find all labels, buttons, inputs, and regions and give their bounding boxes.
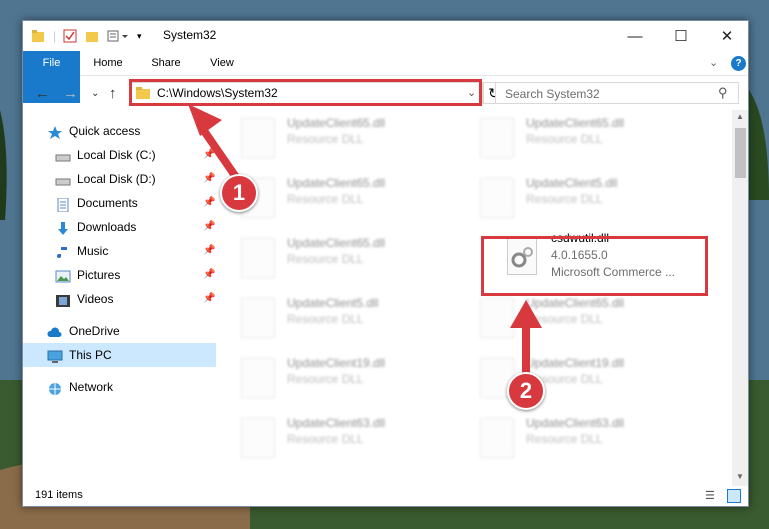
pin-icon[interactable]: 📌	[203, 191, 215, 215]
dll-file-icon	[480, 298, 514, 338]
list-item[interactable]: UpdateClient65.dll Resource DLL	[226, 170, 456, 222]
drive-icon	[55, 148, 71, 162]
file-explorer-window: | ▾ System32 — ☐ ✕ File Home Share View …	[22, 20, 749, 507]
pin-icon[interactable]: 📌	[203, 287, 215, 311]
search-icon[interactable]: ⚲	[718, 85, 728, 101]
folder-icon	[31, 28, 45, 44]
dll-file-icon	[480, 178, 514, 218]
pictures-icon	[55, 268, 71, 283]
title-bar: | ▾ System32 — ☐ ✕	[23, 21, 748, 51]
details-view-icon[interactable]: ☰	[705, 489, 715, 502]
pin-icon[interactable]: 📌	[203, 239, 215, 263]
cloud-icon	[47, 324, 63, 338]
network-icon	[47, 380, 63, 395]
recent-locations-icon[interactable]: ⌄	[91, 88, 99, 99]
callout-2: 2	[507, 372, 545, 410]
customize-toolbar-icon[interactable]	[107, 28, 131, 44]
dll-file-icon	[241, 418, 275, 458]
computer-icon	[47, 348, 63, 363]
close-button[interactable]: ✕	[704, 21, 748, 51]
tab-home[interactable]: Home	[85, 51, 131, 76]
search-box[interactable]: Search System32 ⚲	[495, 82, 739, 104]
maximize-button[interactable]: ☐	[658, 21, 704, 51]
pin-icon[interactable]: 📌	[203, 215, 215, 239]
star-icon	[47, 124, 63, 139]
navigation-pane: Quick access Local Disk (C:) 📌 Local Dis…	[23, 111, 218, 486]
back-arrow-icon[interactable]: ←	[35, 85, 50, 102]
forward-arrow-icon[interactable]: →	[63, 85, 78, 102]
list-item[interactable]: UpdateClient63.dll Resource DLL	[465, 410, 695, 462]
minimize-button[interactable]: —	[612, 21, 658, 51]
address-highlight-box	[129, 79, 482, 106]
tab-view[interactable]: View	[199, 51, 245, 76]
sidebar-item-this-pc[interactable]: This PC	[23, 343, 216, 367]
vertical-scrollbar[interactable]: ▲ ▼	[732, 110, 748, 486]
help-icon[interactable]: ?	[731, 56, 746, 71]
list-item[interactable]: UpdateClient65.dll Resource DLL	[226, 110, 456, 162]
quick-access-dropdown-icon[interactable]: ▾	[137, 28, 142, 44]
list-item[interactable]: UpdateClient63.dll Resource DLL	[226, 410, 456, 462]
properties-icon[interactable]	[63, 28, 77, 44]
list-item[interactable]: UpdateClient5.dll Resource DLL	[226, 290, 456, 342]
drive-icon	[55, 172, 71, 186]
scrollbar-thumb[interactable]	[735, 128, 746, 178]
file-highlight-box	[481, 236, 708, 296]
ribbon: File Home Share View ⌄ ?	[23, 51, 748, 103]
callout-1: 1	[220, 174, 258, 212]
music-icon	[55, 244, 71, 258]
list-item[interactable]: UpdateClient65.dll Resource DLL	[465, 110, 695, 162]
divider: |	[53, 29, 57, 43]
dll-file-icon	[480, 118, 514, 158]
dll-file-icon	[241, 298, 275, 338]
search-placeholder: Search System32	[505, 87, 600, 101]
tiles-view-icon[interactable]	[727, 489, 741, 503]
pin-icon[interactable]: 📌	[203, 143, 215, 167]
expand-ribbon-icon[interactable]: ⌄	[709, 56, 718, 69]
pin-icon[interactable]: 📌	[203, 167, 215, 191]
list-item[interactable]: UpdateClient65.dll Resource DLL	[465, 290, 695, 342]
scroll-up-icon[interactable]: ▲	[736, 112, 744, 121]
dll-file-icon	[241, 238, 275, 278]
list-item[interactable]: UpdateClient5.dll Resource DLL	[465, 170, 695, 222]
list-item[interactable]: UpdateClient19.dll Resource DLL	[465, 350, 695, 402]
item-count: 191 items	[35, 489, 83, 501]
scroll-down-icon[interactable]: ▼	[736, 472, 744, 481]
list-item[interactable]: UpdateClient19.dll Resource DLL	[226, 350, 456, 402]
up-arrow-icon[interactable]: ↑	[109, 85, 117, 102]
status-bar: 191 items ☰	[23, 486, 748, 506]
dll-file-icon	[241, 358, 275, 398]
pin-icon[interactable]: 📌	[203, 263, 215, 287]
videos-icon	[55, 292, 71, 307]
file-list: UpdateClient65.dll Resource DLL UpdateCl…	[226, 110, 732, 486]
documents-icon	[55, 196, 71, 213]
list-item[interactable]: UpdateClient65.dll Resource DLL	[226, 230, 456, 282]
download-icon	[55, 220, 71, 235]
dll-file-icon	[480, 418, 514, 458]
tab-share[interactable]: Share	[141, 51, 191, 76]
window-title: System32	[163, 28, 217, 42]
dll-file-icon	[241, 118, 275, 158]
new-folder-icon[interactable]	[85, 28, 99, 44]
